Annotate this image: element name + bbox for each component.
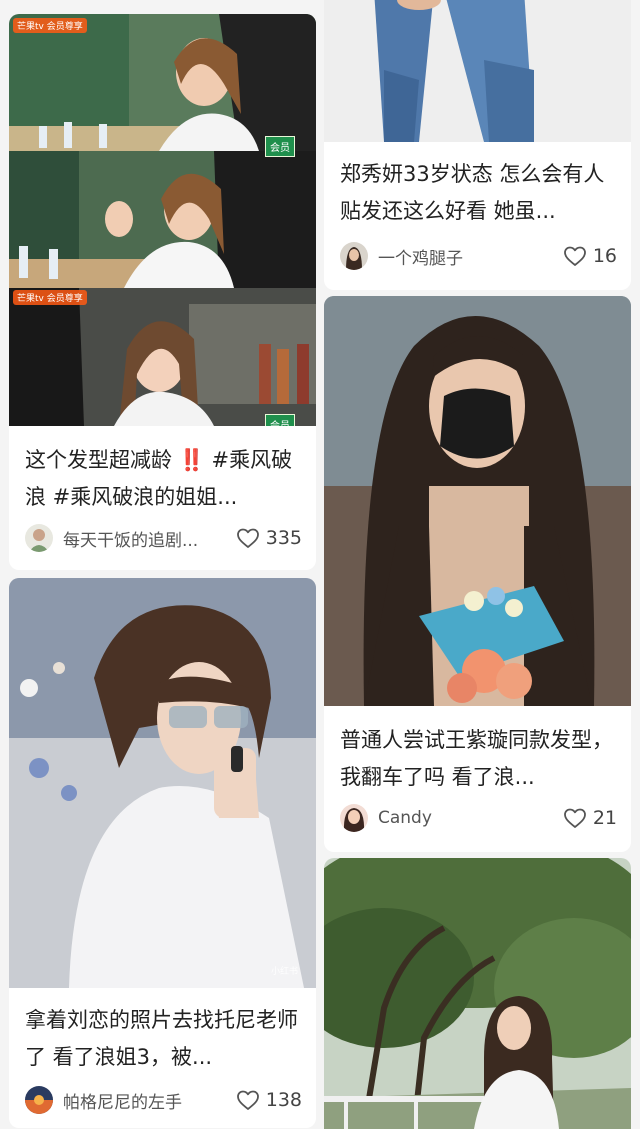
platform-logo: 芒果tv 会员尊享 (13, 18, 87, 33)
feed-card[interactable]: 芒果tv 会员尊享 芒果tv 会员尊享 会员 会员 这个发型超减龄 ‼️ #乘风… (9, 14, 316, 570)
card-cover-image[interactable] (324, 0, 631, 142)
heart-outline-icon (236, 528, 259, 548)
card-title[interactable]: 普通人尝试王紫璇同款发型，我翻车了吗 看了浪... (340, 722, 617, 796)
heart-outline-icon (236, 1090, 259, 1110)
author-name[interactable]: 每天干饭的追剧... (63, 526, 228, 551)
author-avatar[interactable] (340, 804, 368, 832)
feed-card[interactable]: 普通人尝试王紫璇同款发型，我翻车了吗 看了浪... Candy 21 (324, 296, 631, 852)
feed-card[interactable]: 郑秀妍33岁状态 怎么会有人贴发还这么好看 她虽... 一个鸡腿子 16 (324, 0, 631, 290)
heart-outline-icon (563, 808, 586, 828)
like-count: 16 (592, 245, 617, 267)
author-avatar[interactable] (340, 242, 368, 270)
card-cover-image[interactable] (324, 858, 631, 1129)
like-button[interactable]: 335 (236, 527, 302, 549)
card-title[interactable]: 拿着刘恋的照片去找托尼老师了 看了浪姐3，被... (25, 1002, 302, 1076)
show-badge: 会员 (265, 136, 295, 157)
like-button[interactable]: 16 (563, 245, 617, 267)
author-name[interactable]: 帕格尼尼的左手 (63, 1088, 228, 1113)
show-badge: 会员 (265, 414, 295, 426)
card-title[interactable]: 郑秀妍33岁状态 怎么会有人贴发还这么好看 她虽... (340, 156, 617, 230)
feed-card[interactable] (324, 858, 631, 1129)
card-title[interactable]: 这个发型超减龄 ‼️ #乘风破浪 #乘风破浪的姐姐... (25, 442, 302, 516)
like-count: 138 (265, 1089, 302, 1111)
author-name[interactable]: 一个鸡腿子 (378, 244, 555, 269)
card-cover-image[interactable] (324, 296, 631, 706)
card-meta: 帕格尼尼的左手 138 (25, 1084, 302, 1116)
heart-outline-icon (563, 246, 586, 266)
like-count: 335 (265, 527, 302, 549)
card-cover-image[interactable]: 芒果tv 会员尊享 芒果tv 会员尊享 会员 会员 (9, 14, 316, 426)
feed-card[interactable]: 小红书 拿着刘恋的照片去找托尼老师了 看了浪姐3，被... 帕格尼尼的左手 13… (9, 578, 316, 1128)
like-button[interactable]: 138 (236, 1089, 302, 1111)
like-button[interactable]: 21 (563, 807, 617, 829)
card-cover-image[interactable]: 小红书 (9, 578, 316, 988)
author-avatar[interactable] (25, 524, 53, 552)
platform-logo: 芒果tv 会员尊享 (13, 290, 87, 305)
author-avatar[interactable] (25, 1086, 53, 1114)
watermark: 小红书 (271, 967, 299, 977)
card-meta: Candy 21 (340, 802, 617, 834)
card-meta: 每天干饭的追剧... 335 (25, 522, 302, 554)
author-name[interactable]: Candy (378, 808, 555, 828)
card-meta: 一个鸡腿子 16 (340, 240, 617, 272)
like-count: 21 (592, 807, 617, 829)
